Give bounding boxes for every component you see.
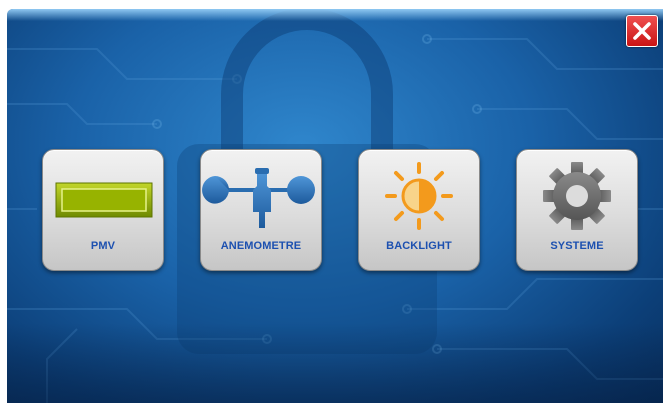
top-glow-bar (7, 9, 663, 21)
backlight-button[interactable]: BACKLIGHT (358, 149, 480, 271)
lcd-display-icon (55, 182, 153, 218)
anemometre-label: ANEMOMETRE (220, 240, 302, 252)
anemometer-icon (202, 168, 315, 228)
gear-icon (543, 162, 611, 230)
anemometre-button[interactable]: ANEMOMETRE (200, 149, 322, 271)
bottom-shade (7, 323, 663, 403)
sun-brightness-icon (385, 162, 453, 230)
close-button[interactable] (626, 15, 658, 47)
systeme-label: SYSTEME (550, 240, 604, 252)
backlight-label: BACKLIGHT (386, 240, 452, 252)
systeme-button[interactable]: SYSTEME (516, 149, 638, 271)
pmv-label: PMV (90, 240, 116, 252)
pmv-button[interactable]: PMV (42, 149, 164, 271)
close-icon (633, 22, 651, 40)
